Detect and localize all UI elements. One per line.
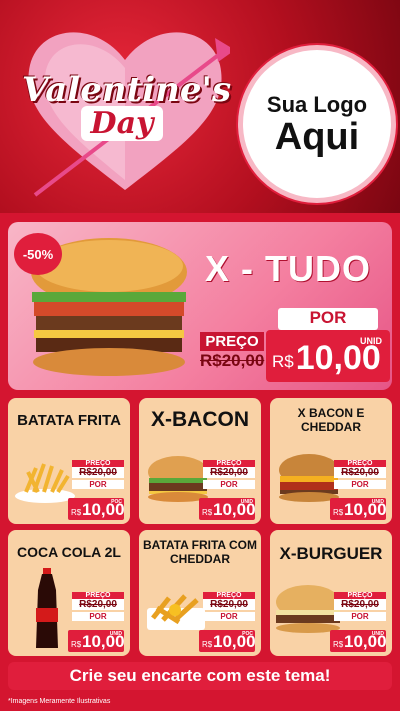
preco-label: PREÇO bbox=[72, 460, 124, 467]
old-price-box: PREÇO R$20,00 POR bbox=[72, 592, 124, 621]
product-card: BATATA FRITA COM CHEDDAR PREÇO R$20,00 P… bbox=[139, 530, 261, 656]
unit-label: UNID bbox=[109, 631, 122, 637]
old-price: R$20,00 bbox=[334, 599, 386, 610]
old-price-box: PREÇO R$20,00 POR bbox=[334, 592, 386, 621]
unit-label: UNID bbox=[371, 631, 384, 637]
preco-label: PREÇO bbox=[203, 592, 255, 599]
por-label: POR bbox=[203, 480, 255, 489]
por-label: POR bbox=[334, 612, 386, 621]
currency: R$ bbox=[333, 640, 344, 649]
product-name: BATATA FRITA COM CHEDDAR bbox=[143, 538, 257, 566]
old-price: R$20,00 bbox=[334, 467, 386, 478]
hero-banner: Valentine's Day Sua Logo Aqui bbox=[0, 0, 400, 215]
preco-label: PREÇO bbox=[334, 592, 386, 599]
unit-label: UNID bbox=[371, 499, 384, 505]
feature-product-name: X - TUDO bbox=[205, 248, 371, 289]
product-card: X-BACON PREÇO R$20,00 POR R$ 10,00 UNID bbox=[139, 398, 261, 524]
currency: R$ bbox=[202, 508, 213, 517]
logo-placeholder: Sua Logo Aqui bbox=[238, 45, 396, 203]
valentines-line2: Day bbox=[80, 106, 164, 141]
por-label: POR bbox=[203, 612, 255, 621]
old-price: R$20,00 bbox=[203, 599, 255, 610]
currency: R$ bbox=[202, 640, 213, 649]
discount-badge: -50% bbox=[14, 233, 62, 275]
preco-label: PREÇO bbox=[334, 460, 386, 467]
product-card: COCA COLA 2L PREÇO R$20,00 POR R$ 10,00 … bbox=[8, 530, 130, 656]
soda-bottle-image bbox=[36, 568, 58, 648]
unit-label: POC bbox=[242, 631, 253, 637]
currency: R$ bbox=[71, 640, 82, 649]
old-price: R$20,00 bbox=[72, 467, 124, 478]
old-price-box: PREÇO R$20,00 bbox=[200, 332, 264, 382]
product-name: X-BACON bbox=[151, 408, 249, 431]
new-price: R$ 10,00 UNID bbox=[330, 630, 387, 652]
footnote: *Imagens Meramente Ilustrativas bbox=[8, 698, 111, 705]
product-name: X-BURGUER bbox=[279, 544, 383, 563]
old-price-box: PREÇO R$20,00 POR bbox=[203, 592, 255, 621]
por-label: POR bbox=[278, 308, 378, 330]
currency: R$ bbox=[272, 352, 294, 371]
product-name: BATATA FRITA bbox=[17, 412, 121, 429]
new-price: R$ 10,00 POC bbox=[68, 498, 125, 520]
logo-line1: Sua Logo bbox=[266, 92, 368, 117]
new-price: R$ 10,00 POC bbox=[199, 630, 256, 652]
new-price: R$ 10,00 UNID bbox=[330, 498, 387, 520]
old-price-box: PREÇO R$20,00 POR bbox=[334, 460, 386, 489]
new-price: R$ 10,00 UNID bbox=[199, 498, 256, 520]
product-card: X BACON E CHEDDAR PREÇO R$20,00 POR R$ 1… bbox=[270, 398, 392, 524]
product-name: X BACON E CHEDDAR bbox=[297, 406, 365, 434]
preco-label: PREÇO bbox=[203, 460, 255, 467]
old-price: R$20,00 bbox=[203, 467, 255, 478]
valentines-day-title: Valentine's Day bbox=[22, 70, 232, 141]
unit-label: POC bbox=[111, 499, 122, 505]
cta-banner[interactable]: Crie seu encarte com este tema! bbox=[8, 662, 392, 690]
feature-price: R$ 10,00 UNID bbox=[266, 330, 390, 382]
new-price: R$ 10,00 UNID bbox=[68, 630, 125, 652]
product-card: BATATA FRITA PREÇO R$20,00 POR R$ 10,00 … bbox=[8, 398, 130, 524]
product-name: COCA COLA 2L bbox=[17, 544, 121, 560]
logo-line2: Aqui bbox=[274, 116, 360, 158]
preco-label: PREÇO bbox=[72, 592, 124, 599]
old-price: R$20,00 bbox=[72, 599, 124, 610]
preco-label: PREÇO bbox=[200, 332, 264, 351]
old-price-box: PREÇO R$20,00 POR bbox=[72, 460, 124, 489]
unit-label: UNID bbox=[360, 336, 382, 346]
por-label: POR bbox=[334, 480, 386, 489]
currency: R$ bbox=[333, 508, 344, 517]
por-label: POR bbox=[72, 480, 124, 489]
product-card: X-BURGUER PREÇO R$20,00 POR R$ 10,00 UNI… bbox=[270, 530, 392, 656]
old-price: R$20,00 bbox=[200, 351, 265, 370]
old-price-box: PREÇO R$20,00 POR bbox=[203, 460, 255, 489]
fries-cheddar-image bbox=[147, 594, 205, 630]
fries-image bbox=[15, 463, 75, 503]
unit-label: UNID bbox=[240, 499, 253, 505]
valentines-line1: Valentine's bbox=[22, 70, 232, 110]
currency: R$ bbox=[71, 508, 82, 517]
por-label: POR bbox=[72, 612, 124, 621]
